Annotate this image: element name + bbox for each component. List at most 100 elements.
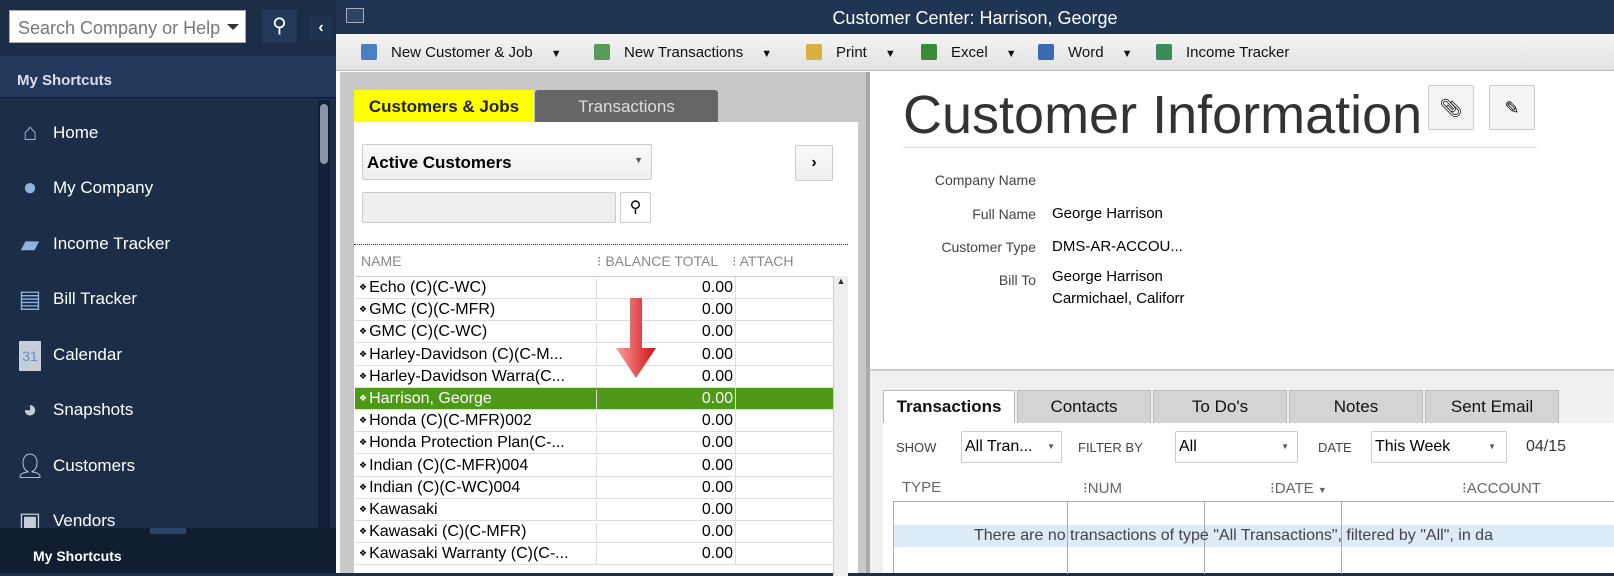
dropdown-arrow-icon[interactable]: ▼	[885, 48, 896, 60]
balance-total: 0.00	[596, 456, 735, 477]
sidebar-scrollbar[interactable]	[318, 100, 330, 528]
dropdown-value: This Week	[1375, 438, 1451, 455]
income-tracker-button[interactable]: Income Tracker	[1156, 44, 1289, 61]
sidebar-item-snapshots[interactable]: ◕ Snapshots	[0, 384, 320, 439]
sidebar-item-home[interactable]: ⌂ Home	[0, 107, 320, 162]
column-date[interactable]: ⁝DATE ▼	[1270, 479, 1327, 497]
tab-transactions[interactable]: Transactions	[535, 90, 718, 124]
sidebar-footer[interactable]: My Shortcuts	[0, 528, 336, 573]
new-customer-job-button[interactable]: New Customer & Job ▼	[361, 44, 562, 61]
sidebar-item-customers[interactable]: 👤︎ Customers	[0, 440, 320, 495]
column-name[interactable]: NAME	[361, 253, 401, 269]
sidebar-item-calendar[interactable]: 31 Calendar	[0, 329, 320, 384]
customer-row[interactable]: ❖ Indian (C)(C-WC)004 0.00	[355, 476, 833, 499]
dropdown-arrow-icon[interactable]: ▼	[1006, 48, 1017, 60]
excel-button[interactable]: Excel ▼	[921, 44, 1017, 61]
tab-todos[interactable]: To Do's	[1153, 390, 1287, 424]
name-text: Indian (C)(C-WC)004	[369, 478, 521, 496]
list-scrollbar[interactable]: ▲	[833, 276, 848, 576]
print-icon	[806, 44, 822, 60]
column-label: BALANCE TOTAL	[605, 253, 719, 269]
tab-contacts[interactable]: Contacts	[1017, 390, 1151, 424]
sidebar-item-bill-tracker[interactable]: ▤ Bill Tracker	[0, 273, 320, 328]
customer-row[interactable]: ❖ Kawasaki (C)(C-MFR) 0.00	[355, 521, 833, 544]
column-balance-total[interactable]: ⁝ BALANCE TOTAL	[597, 253, 718, 270]
attach-button[interactable]: 📎︎	[1428, 85, 1474, 130]
bullet-icon: ❖	[359, 370, 368, 381]
sidebar-item-my-company[interactable]: ● My Company	[0, 162, 320, 217]
search-button[interactable]: ⚲	[620, 192, 651, 223]
dropdown-arrow-icon[interactable]: ▼	[761, 48, 772, 60]
balance-total: 0.00	[596, 390, 735, 410]
sidebar-item-income-tracker[interactable]: ▰ Income Tracker	[0, 218, 320, 273]
calendar-icon: 31	[19, 341, 41, 371]
customer-info-title: Customer Information	[903, 85, 1423, 145]
bullet-icon: ❖	[359, 348, 368, 359]
name-text: Honda (C)(C-MFR)002	[369, 412, 532, 430]
tab-customers-jobs[interactable]: Customers & Jobs	[354, 90, 534, 124]
snapshots-icon: ◕	[22, 396, 38, 423]
search-placeholder: Search Company or Help	[18, 18, 221, 38]
bullet-icon: ❖	[359, 282, 368, 292]
transactions-table: There are no transactions of type "All T…	[893, 501, 1614, 574]
customer-name: ❖ Kawasaki (C)(C-MFR)	[359, 523, 595, 541]
attach-cell	[735, 321, 833, 344]
customer-row[interactable]: ❖ Harrison, George 0.00	[355, 388, 833, 410]
sidebar-item-label: Calendar	[53, 345, 122, 364]
tab-transactions[interactable]: Transactions	[883, 390, 1015, 424]
search-company-input[interactable]: Search Company or Help	[9, 10, 246, 43]
button-label: Income Tracker	[1186, 44, 1290, 61]
column-label: NUM	[1087, 480, 1122, 497]
scroll-thumb[interactable]	[320, 104, 328, 164]
bullet-icon: ❖	[359, 326, 368, 337]
window-menu-button[interactable]	[346, 8, 364, 23]
attach-cell	[735, 343, 833, 366]
name-text: Honda Protection Plan(C-...	[369, 434, 565, 452]
attach-cell	[735, 388, 833, 410]
expand-pane-button[interactable]: ›	[795, 145, 833, 181]
scroll-up-icon[interactable]: ▲	[834, 276, 848, 286]
column-attach[interactable]: ⁝ ATTACH	[732, 253, 794, 270]
paperclip-icon: 📎︎	[1439, 98, 1463, 118]
red-arrow-annotation	[616, 298, 656, 378]
customer-row[interactable]: ❖ Echo (C)(C-WC) 0.00	[355, 277, 833, 299]
customer-row[interactable]: ❖ Honda (C)(C-MFR)002 0.00	[355, 410, 833, 433]
customer-row[interactable]: ❖ Harley-Davidson Warra(C... 0.00	[355, 365, 833, 388]
chevron-down-icon[interactable]	[227, 24, 239, 30]
tab-sent-email[interactable]: Sent Email	[1425, 390, 1559, 424]
tab-notes[interactable]: Notes	[1289, 390, 1423, 424]
customer-row[interactable]: ❖ GMC (C)(C-WC) 0.00	[355, 321, 833, 344]
column-num[interactable]: ⁝NUM	[1083, 479, 1122, 497]
customer-search-input[interactable]	[362, 192, 616, 223]
column-type[interactable]: TYPE	[902, 479, 941, 496]
customer-row[interactable]: ❖ Kawasaki 0.00	[355, 499, 833, 521]
filter-by-dropdown[interactable]: All ▼	[1175, 431, 1298, 463]
customer-type-value: DMS-AR-ACCOU...	[1052, 238, 1183, 255]
window-title: Customer Center: Harrison, George	[832, 8, 1118, 28]
sidebar-item-vendors[interactable]: ▣ Vendors	[0, 495, 320, 528]
customer-row[interactable]: ❖ Honda Protection Plan(C-... 0.00	[355, 432, 833, 455]
search-button[interactable]: ⚲	[262, 10, 297, 43]
attach-cell	[735, 410, 833, 433]
sidebar-item-label: Income Tracker	[53, 234, 171, 253]
print-button[interactable]: Print ▼	[806, 44, 896, 61]
name-text: Harley-Davidson Warra(C...	[369, 367, 565, 385]
collapse-sidebar-button[interactable]: ‹	[310, 16, 332, 40]
edit-button[interactable]: ✎	[1489, 85, 1535, 130]
customer-name: ❖ Honda (C)(C-MFR)002	[359, 412, 595, 430]
customer-row[interactable]: ❖ Indian (C)(C-MFR)004 0.00	[355, 454, 833, 477]
column-account[interactable]: ⁝ACCOUNT	[1462, 479, 1541, 497]
word-button[interactable]: Word ▼	[1038, 44, 1132, 61]
customer-row[interactable]: ❖ Harley-Davidson (C)(C-M... 0.00	[355, 343, 833, 366]
search-icon: ⚲	[272, 15, 287, 37]
date-dropdown[interactable]: This Week ▼	[1371, 431, 1507, 463]
show-dropdown[interactable]: All Tran... ▼	[961, 431, 1062, 463]
customer-row[interactable]: ❖ Kawasaki Warranty (C)(C-... 0.00	[355, 543, 833, 566]
customer-filter-dropdown[interactable]: Active Customers ▼	[362, 144, 652, 180]
dropdown-arrow-icon[interactable]: ▼	[551, 48, 562, 60]
column-label: ATTACH	[739, 253, 794, 269]
dropdown-arrow-icon[interactable]: ▼	[1122, 48, 1133, 60]
customer-center-window: Customer Center: Harrison, George New Cu…	[336, 0, 1614, 576]
customer-row[interactable]: ❖ GMC (C)(C-MFR) 0.00	[355, 299, 833, 322]
new-transactions-button[interactable]: New Transactions ▼	[594, 44, 772, 61]
